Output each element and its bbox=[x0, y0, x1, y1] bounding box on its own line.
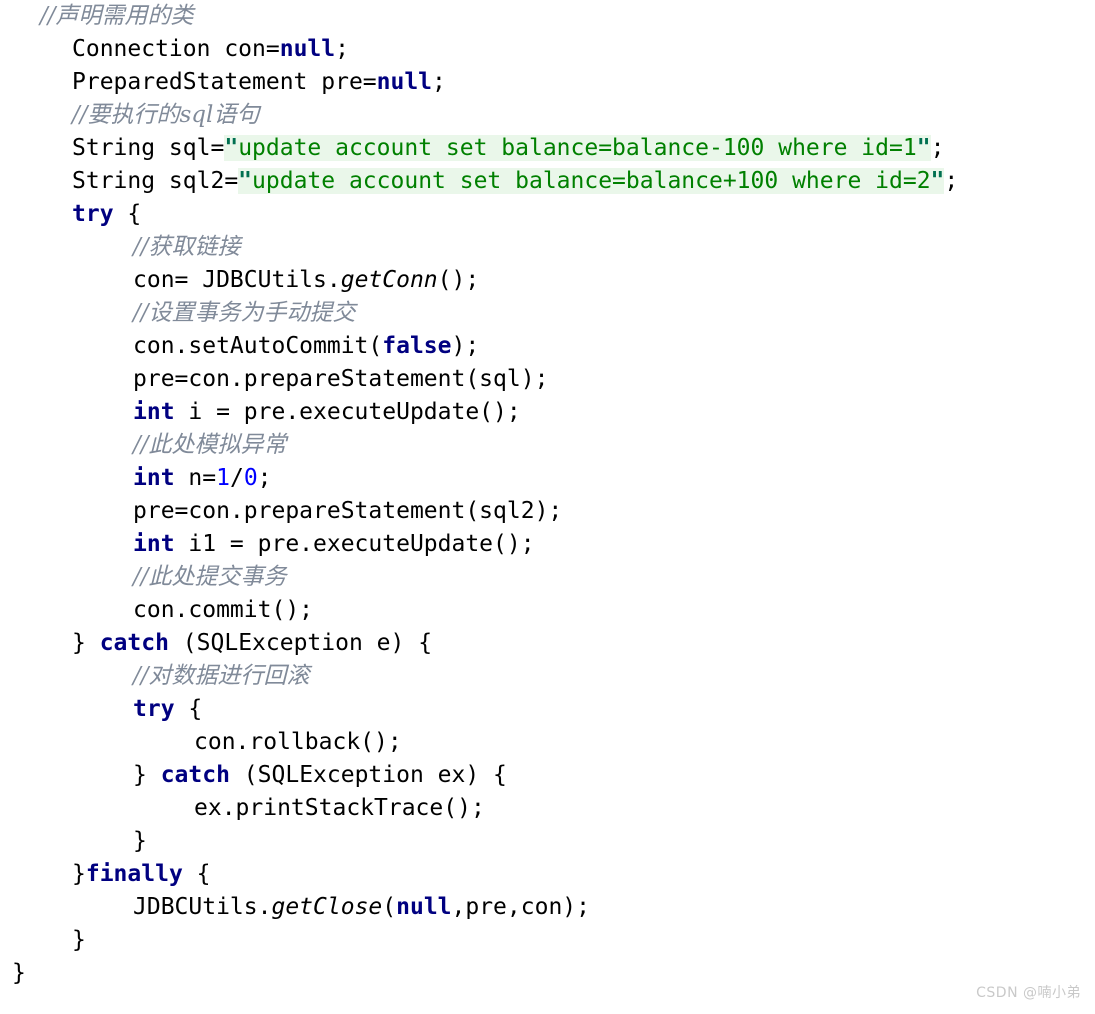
code-token-pln: i1 = pre.executeUpdate(); bbox=[174, 531, 535, 557]
code-line: try { bbox=[0, 693, 1095, 726]
code-token-pln: String sql2= bbox=[72, 168, 239, 194]
code-token-pln: } bbox=[72, 861, 86, 887]
code-token-pln: ; bbox=[335, 36, 349, 62]
code-token-pln: ; bbox=[930, 135, 945, 161]
code-token-pln: con.commit(); bbox=[133, 597, 314, 623]
code-token-pln: } bbox=[133, 828, 147, 854]
code-token-pln: } bbox=[133, 762, 161, 788]
code-token-pln: con.rollback(); bbox=[194, 729, 402, 755]
code-token-pln: ; bbox=[944, 168, 959, 194]
code-token-kw: try bbox=[133, 696, 175, 722]
code-token-str: update account set balance=balance+100 w… bbox=[252, 168, 931, 194]
code-token-pln: { bbox=[113, 201, 142, 227]
code-line: } bbox=[0, 924, 1095, 957]
code-token-strq: " bbox=[238, 168, 253, 194]
code-token-pln: con= JDBCUtils. bbox=[133, 267, 341, 293]
code-token-pln: ); bbox=[451, 333, 480, 359]
code-token-pln: String sql= bbox=[72, 135, 225, 161]
code-lines-container: //声明需用的类 Connection con=null; PreparedStat… bbox=[0, 0, 1095, 990]
code-token-kw: int bbox=[133, 531, 175, 557]
csdn-watermark: CSDN @喃小弟 bbox=[976, 985, 1081, 1001]
code-line: int i1 = pre.executeUpdate(); bbox=[0, 528, 1095, 561]
code-line: //声明需用的类 bbox=[0, 0, 1095, 33]
code-line: //此处提交事务 bbox=[0, 561, 1095, 594]
code-token-pln: } bbox=[12, 960, 26, 986]
code-line: Connection con=null; bbox=[0, 33, 1095, 66]
code-token-pln: ,pre,con); bbox=[451, 894, 590, 920]
code-line: con.commit(); bbox=[0, 594, 1095, 627]
code-token-strq: " bbox=[224, 135, 239, 161]
code-token-strq: " bbox=[916, 135, 931, 161]
code-token-kw: int bbox=[133, 399, 175, 425]
code-token-kw: null bbox=[376, 69, 433, 95]
code-token-pln: i = pre.executeUpdate(); bbox=[174, 399, 521, 425]
code-line: con.setAutoCommit(false); bbox=[0, 330, 1095, 363]
code-token-strq: " bbox=[930, 168, 945, 194]
code-token-pln: con.setAutoCommit( bbox=[133, 333, 383, 359]
code-token-kw: null bbox=[279, 36, 336, 62]
code-token-pln: ex.printStackTrace(); bbox=[194, 795, 485, 821]
code-line: //要执行的sql语句 bbox=[0, 99, 1095, 132]
code-token-kw: catch bbox=[160, 762, 230, 788]
code-token-cmt: //获取链接 bbox=[133, 234, 241, 260]
code-token-cmt: //声明需用的类 bbox=[40, 3, 194, 29]
code-line: } bbox=[0, 825, 1095, 858]
code-token-pln: (); bbox=[437, 267, 480, 293]
code-token-pln: n= bbox=[174, 465, 217, 491]
code-line: //获取链接 bbox=[0, 231, 1095, 264]
code-token-kw: int bbox=[133, 465, 175, 491]
code-token-cmt: //设置事务为手动提交 bbox=[133, 300, 356, 326]
code-token-pln: { bbox=[174, 696, 203, 722]
code-token-pln: pre=con.prepareStatement(sql2); bbox=[133, 498, 563, 524]
code-token-kw: catch bbox=[99, 630, 169, 656]
code-token-mth: getClose bbox=[271, 894, 383, 920]
code-line: try { bbox=[0, 198, 1095, 231]
code-line: ex.printStackTrace(); bbox=[0, 792, 1095, 825]
code-line: pre=con.prepareStatement(sql2); bbox=[0, 495, 1095, 528]
code-token-pln: / bbox=[229, 465, 244, 491]
code-line: } catch (SQLException e) { bbox=[0, 627, 1095, 660]
code-token-pln: ; bbox=[432, 69, 446, 95]
code-token-kw: null bbox=[396, 894, 452, 920]
code-token-pln: { bbox=[182, 861, 211, 887]
code-line: con.rollback(); bbox=[0, 726, 1095, 759]
code-line: pre=con.prepareStatement(sql); bbox=[0, 363, 1095, 396]
code-line: PreparedStatement pre=null; bbox=[0, 66, 1095, 99]
code-line: //此处模拟异常 bbox=[0, 429, 1095, 462]
code-token-pln: PreparedStatement pre= bbox=[72, 69, 377, 95]
code-token-pln: ( bbox=[382, 894, 397, 920]
code-line: } catch (SQLException ex) { bbox=[0, 759, 1095, 792]
code-line: con= JDBCUtils.getConn(); bbox=[0, 264, 1095, 297]
code-line: } bbox=[0, 957, 1095, 990]
code-token-num: 1 bbox=[216, 465, 230, 491]
code-token-cmt: //此处模拟异常 bbox=[133, 432, 287, 458]
code-token-cmt: //此处提交事务 bbox=[133, 564, 287, 590]
code-token-cmt: //对数据进行回滚 bbox=[133, 663, 310, 689]
code-line: String sql2="update account set balance=… bbox=[0, 165, 1095, 198]
code-token-pln: ; bbox=[257, 465, 272, 491]
code-line: //对数据进行回滚 bbox=[0, 660, 1095, 693]
code-line: int i = pre.executeUpdate(); bbox=[0, 396, 1095, 429]
code-line: int n=1/0; bbox=[0, 462, 1095, 495]
code-token-pln: (SQLException ex) { bbox=[229, 762, 507, 788]
code-line: String sql="update account set balance=b… bbox=[0, 132, 1095, 165]
code-token-pln: } bbox=[72, 630, 100, 656]
code-token-kw: false bbox=[382, 333, 452, 359]
code-token-pln: pre=con.prepareStatement(sql); bbox=[133, 366, 549, 392]
code-token-str: update account set balance=balance-100 w… bbox=[238, 135, 917, 161]
code-token-kw: finally bbox=[85, 861, 183, 887]
code-token-pln: Connection con= bbox=[72, 36, 280, 62]
code-token-pln: JDBCUtils. bbox=[133, 894, 272, 920]
code-token-cmt: //要执行的sql语句 bbox=[72, 102, 260, 128]
code-token-kw: try bbox=[72, 201, 114, 227]
code-line: //设置事务为手动提交 bbox=[0, 297, 1095, 330]
code-snippet: //声明需用的类 Connection con=null; PreparedStat… bbox=[0, 0, 1095, 1014]
code-token-pln: (SQLException e) { bbox=[168, 630, 433, 656]
code-line: }finally { bbox=[0, 858, 1095, 891]
code-token-pln: } bbox=[72, 927, 86, 953]
code-line: JDBCUtils.getClose(null,pre,con); bbox=[0, 891, 1095, 924]
code-token-num: 0 bbox=[243, 465, 258, 491]
code-token-mth: getConn bbox=[340, 267, 438, 293]
